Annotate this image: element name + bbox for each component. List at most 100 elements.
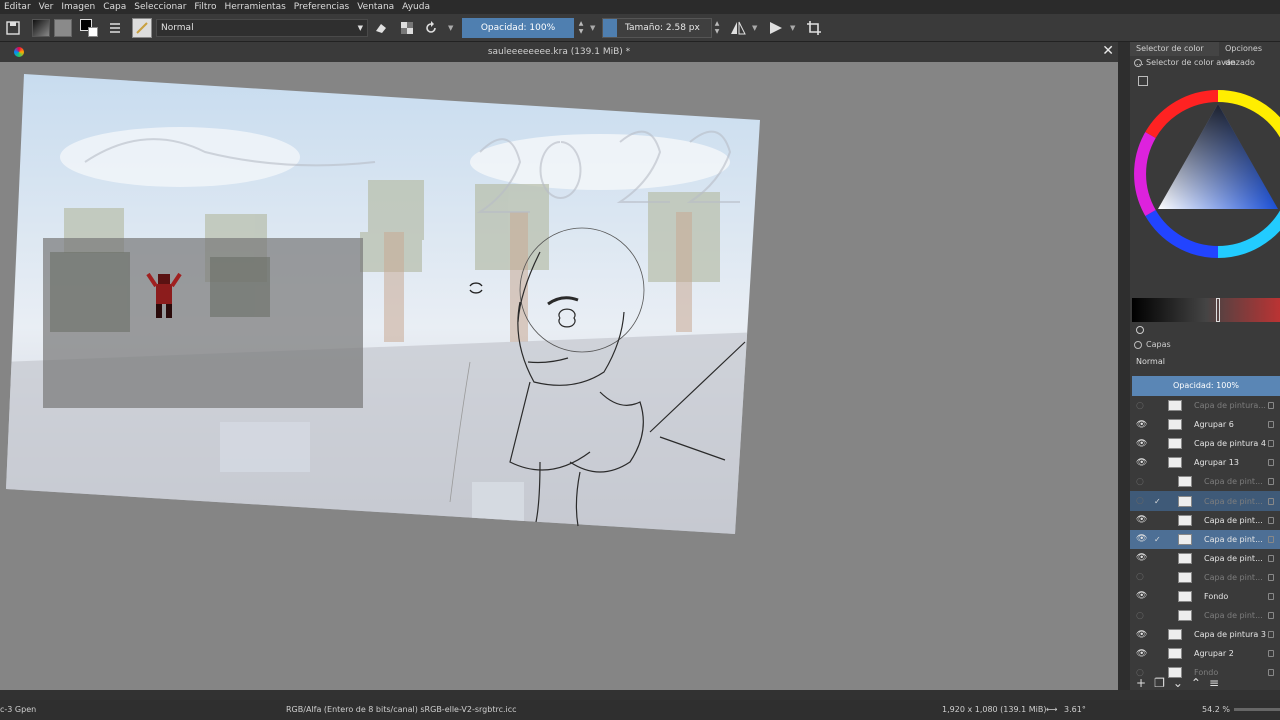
lock-icon[interactable] [1268,554,1274,562]
check-icon[interactable]: ✓ [1154,535,1161,544]
layers-opacity-slider[interactable]: Opacidad: 100% [1132,376,1280,396]
refresh-icon[interactable] [1136,326,1144,334]
eye-icon[interactable]: 👁 [1136,535,1147,544]
panel-float-icon[interactable] [1134,340,1142,349]
eye-icon[interactable]: 👁 [1136,516,1147,525]
tab-tool-options[interactable]: Opciones de [1219,42,1280,67]
eye-icon[interactable]: 👁 [1136,592,1147,601]
layer-row[interactable]: ○ Capa de pint... [1130,606,1280,625]
tab-color-selector[interactable]: Selector de color ... [1130,42,1219,67]
eye-icon[interactable]: 👁 [1136,649,1147,658]
color-settings-icon[interactable] [1138,76,1148,86]
menu-item-5[interactable]: Filtro [190,0,220,14]
shade-selector[interactable] [1132,298,1280,322]
duplicate-layer-icon[interactable]: ❐ [1154,676,1165,690]
layer-row[interactable]: 👁 Agrupar 2 [1130,644,1280,663]
move-down-icon[interactable]: ⌄ [1173,676,1183,690]
brush-presets-icon[interactable] [108,18,122,38]
chevron-down-icon[interactable]: ▼ [752,18,757,38]
lock-icon[interactable] [1268,631,1274,639]
layer-menu-icon[interactable]: ≡ [1209,676,1219,690]
eye-hidden-icon[interactable]: ○ [1136,573,1146,582]
crop-icon[interactable] [806,18,822,38]
menu-item-7[interactable]: Preferencias [290,0,353,14]
layer-row[interactable]: 👁 Fondo [1130,587,1280,606]
move-up-icon[interactable]: ⌃ [1191,676,1201,690]
close-icon[interactable]: ✕ [1102,43,1114,59]
eye-icon[interactable]: 👁 [1136,554,1147,563]
layer-thumbnail [1178,533,1192,545]
lock-icon[interactable] [1268,535,1274,543]
check-icon[interactable]: ✓ [1154,497,1161,506]
blend-mode-select[interactable]: Normal ▼ [156,18,368,38]
lock-icon[interactable] [1268,650,1274,658]
size-stepper[interactable]: ▲ ▼ [712,18,722,38]
opacity-stepper[interactable]: ▲ ▼ [576,18,586,38]
opacity-slider[interactable]: Opacidad: 100% [462,18,574,38]
menu-item-6[interactable]: Herramientas [220,0,289,14]
lock-icon[interactable] [1268,592,1274,600]
mirror-vertical-icon[interactable] [768,18,784,38]
eye-icon[interactable]: 👁 [1136,458,1147,467]
layer-row[interactable]: ○ Capa de pintura... [1130,396,1280,415]
layer-row[interactable]: 👁 Agrupar 13 [1130,453,1280,472]
lock-icon[interactable] [1268,478,1274,486]
layer-row[interactable]: 👁 Capa de pint... [1130,549,1280,568]
layer-row[interactable]: ○ ✓ Capa de pint... [1130,491,1280,511]
eye-icon[interactable]: 👁 [1136,439,1147,448]
brush-preview[interactable] [132,18,152,38]
layers-blend-mode-select[interactable]: Normal [1132,354,1280,370]
layer-thumbnail [1178,476,1192,488]
layer-row[interactable]: 👁 ✓ Capa de pint... [1130,529,1280,549]
layer-row[interactable]: 👁 Capa de pint... [1130,511,1280,530]
layer-row[interactable]: 👁 Capa de pintura 3 [1130,625,1280,644]
chevron-down-icon[interactable]: ▼ [790,18,795,38]
menu-item-9[interactable]: Ayuda [398,0,434,14]
document-tab[interactable]: sauleeeeeeee.kra (139.1 MiB) * ✕ [0,42,1118,62]
layer-row[interactable]: 👁 Agrupar 6 [1130,415,1280,434]
zoom-slider[interactable] [1234,708,1280,711]
lock-icon[interactable] [1268,459,1274,467]
eye-icon[interactable]: 👁 [1136,630,1147,639]
menu-item-0[interactable]: Editar [0,0,35,14]
save-icon[interactable] [6,18,20,38]
panel-float-icon[interactable] [1134,58,1142,67]
mirror-horizontal-icon[interactable] [730,18,746,38]
pattern-swatch[interactable] [54,18,72,38]
eraser-icon[interactable] [374,18,388,38]
lock-icon[interactable] [1268,421,1274,429]
rotation-icon[interactable]: ⟷ [1046,705,1057,714]
layer-row[interactable]: 👁 Capa de pintura 4 [1130,434,1280,453]
menu-item-2[interactable]: Imagen [57,0,99,14]
eye-icon[interactable]: 👁 [1136,420,1147,429]
canvas-area[interactable]: sauleeeeeeee.kra (139.1 MiB) * ✕ [0,42,1118,690]
chevron-down-icon[interactable]: ▼ [590,18,595,38]
add-layer-icon[interactable]: + [1136,676,1146,690]
eye-hidden-icon[interactable]: ○ [1136,401,1146,410]
eye-hidden-icon[interactable]: ○ [1136,477,1146,486]
lock-icon[interactable] [1268,440,1274,448]
foreground-background-color[interactable] [80,18,98,38]
layer-row[interactable]: ○ Capa de pint... [1130,472,1280,491]
lock-icon[interactable] [1268,573,1274,581]
alpha-lock-icon[interactable] [400,18,414,38]
lock-icon[interactable] [1268,612,1274,620]
dock-separator[interactable] [1118,42,1130,690]
gradient-swatch[interactable] [32,18,50,38]
lock-icon[interactable] [1268,516,1274,524]
menu-item-4[interactable]: Seleccionar [130,0,190,14]
layer-thumbnail [1168,400,1182,412]
color-wheel[interactable] [1130,90,1280,270]
lock-icon[interactable] [1268,497,1274,505]
artwork-canvas[interactable] [0,62,1118,720]
menu-item-3[interactable]: Capa [99,0,130,14]
layer-row[interactable]: ○ Capa de pint... [1130,568,1280,587]
lock-icon[interactable] [1268,402,1274,410]
eye-hidden-icon[interactable]: ○ [1136,611,1146,620]
menu-item-8[interactable]: Ventana [353,0,398,14]
size-slider[interactable]: Tamaño: 2.58 px [602,18,712,38]
menu-item-1[interactable]: Ver [35,0,58,14]
reload-preset-icon[interactable] [424,18,438,38]
chevron-down-icon[interactable]: ▼ [448,18,453,38]
eye-hidden-icon[interactable]: ○ [1136,497,1146,506]
